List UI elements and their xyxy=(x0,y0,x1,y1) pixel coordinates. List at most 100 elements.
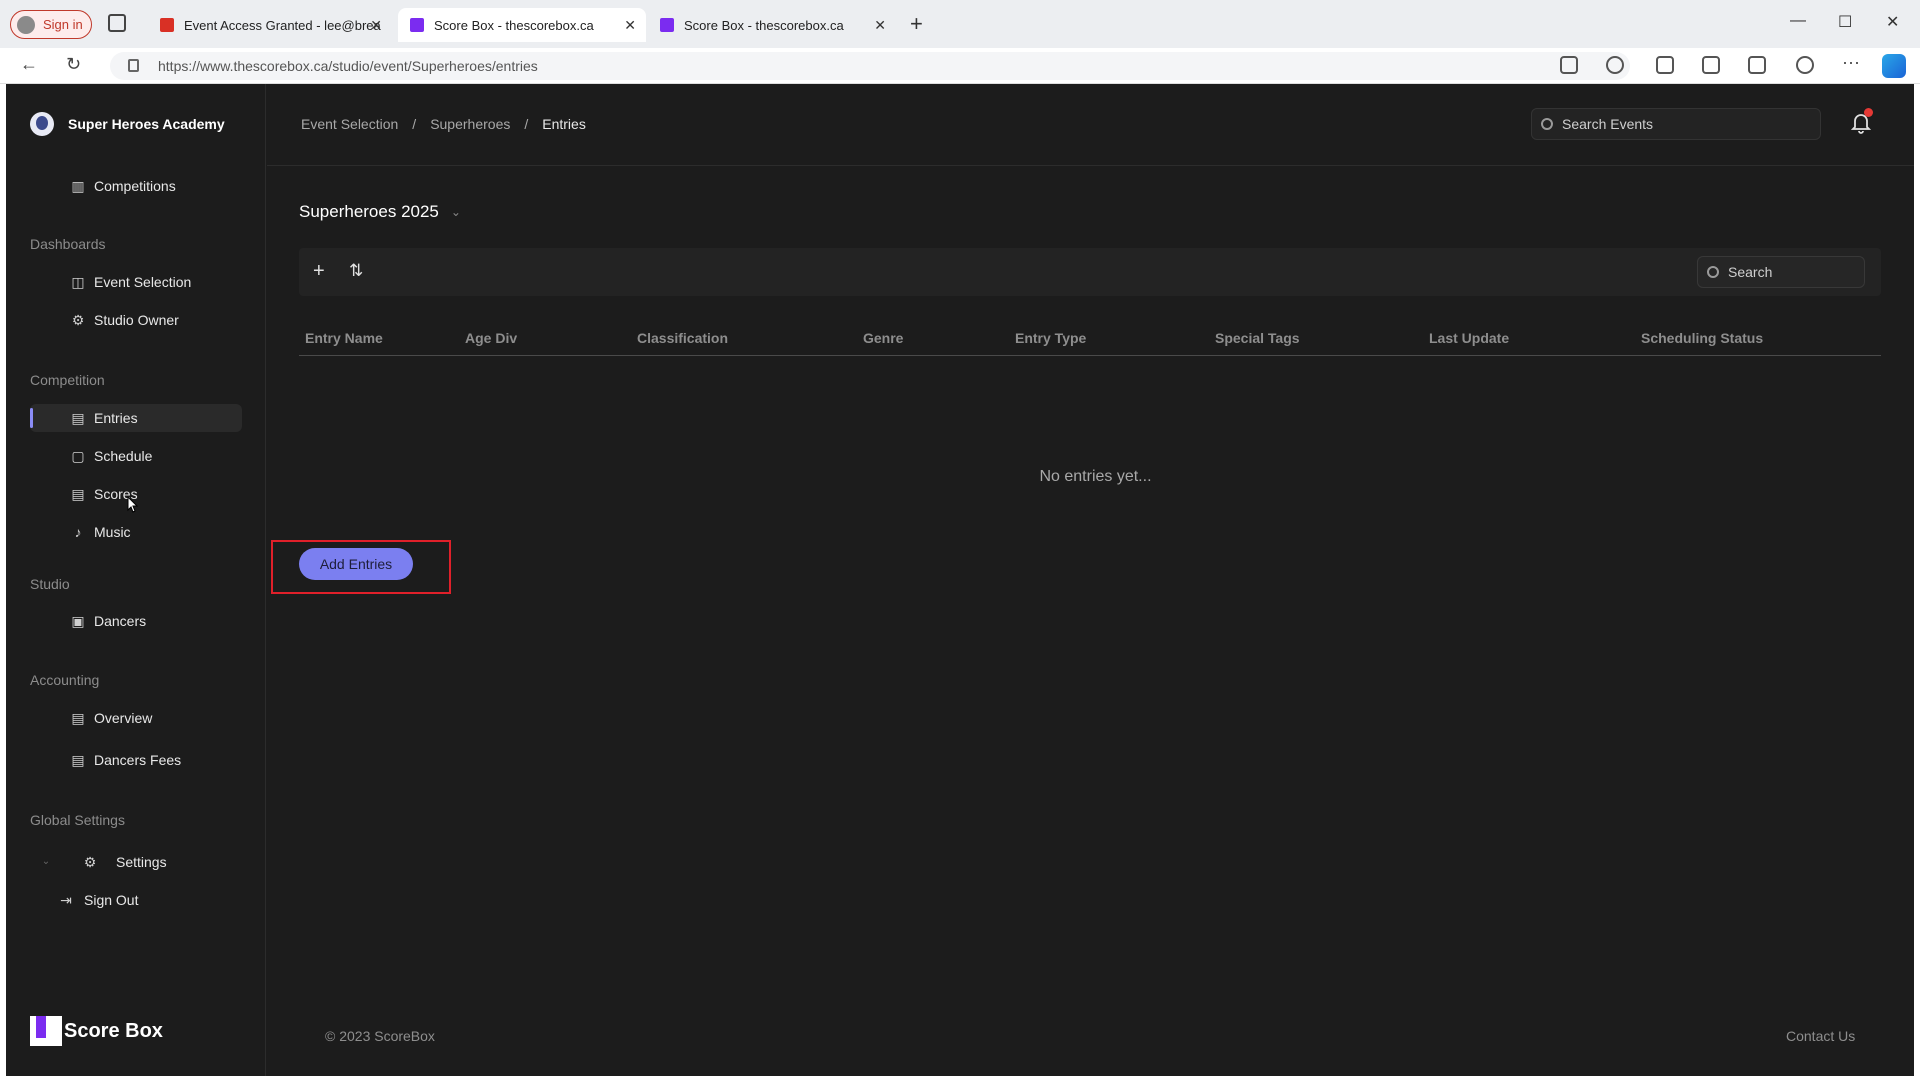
close-icon[interactable]: ✕ xyxy=(624,17,636,34)
sidebar-item-dancers[interactable]: ▣ Dancers xyxy=(30,607,242,635)
browser-essentials-icon[interactable] xyxy=(1796,56,1814,74)
entries-toolbar: + ⇅ Search xyxy=(299,248,1881,296)
sidebar-item-event-selection[interactable]: ◫ Event Selection xyxy=(30,268,242,296)
sidebar-item-studio-owner[interactable]: ⚙ Studio Owner xyxy=(30,306,242,334)
sidebar-item-sign-out[interactable]: ⇥ Sign Out xyxy=(30,886,242,914)
section-studio: Studio xyxy=(30,576,70,592)
add-entries-button[interactable]: Add Entries xyxy=(299,548,413,580)
main-content: Event Selection / Superheroes / Entries … xyxy=(267,84,1914,1076)
copilot-icon[interactable] xyxy=(1882,54,1906,78)
collections-icon[interactable] xyxy=(1748,56,1766,74)
column-header[interactable]: Last Update xyxy=(1429,330,1509,346)
sign-in-button[interactable]: Sign in xyxy=(10,10,92,39)
refresh-icon[interactable]: ↻ xyxy=(66,54,81,75)
back-icon[interactable]: ← xyxy=(20,54,38,75)
sign-in-label: Sign in xyxy=(43,17,83,32)
sort-icon[interactable]: ⇅ xyxy=(349,260,363,282)
more-icon[interactable]: ··· xyxy=(1842,52,1860,73)
sidebar-item-music[interactable]: ♪ Music xyxy=(30,518,242,546)
sidebar-item-label: Sign Out xyxy=(84,892,139,908)
address-bar: ← ↻ https://www.thescorebox.ca/studio/ev… xyxy=(0,48,1920,84)
browser-tab-scorebox[interactable]: Score Box - thescorebox.ca ✕ xyxy=(648,8,896,42)
sidebar: Super Heroes Academy ▥ Competitions Dash… xyxy=(6,84,266,1076)
entries-search-placeholder: Search xyxy=(1728,264,1773,280)
browser-tab-bar: Sign in Event Access Granted - lee@brea … xyxy=(0,0,1920,48)
split-screen-icon[interactable] xyxy=(1656,56,1674,74)
search-icon xyxy=(1707,266,1719,278)
list-icon: ▤ xyxy=(71,710,85,726)
sidebar-item-label: Overview xyxy=(94,710,153,726)
studio-brand[interactable]: Super Heroes Academy xyxy=(30,112,225,136)
column-header[interactable]: Genre xyxy=(863,330,903,346)
scorebox-logo-icon xyxy=(30,1016,62,1046)
event-selector[interactable]: Superheroes 2025 ⌄ xyxy=(299,202,461,222)
maximize-icon[interactable]: ☐ xyxy=(1838,12,1852,32)
tab-label: Score Box - thescorebox.ca xyxy=(684,17,844,33)
minimize-icon[interactable]: — xyxy=(1790,12,1806,30)
sidebar-item-label: Entries xyxy=(94,410,138,426)
new-tab-icon[interactable]: + xyxy=(910,11,923,37)
sidebar-item-schedule[interactable]: ▢ Schedule xyxy=(30,442,242,470)
contact-us-link[interactable]: Contact Us xyxy=(1786,1028,1855,1044)
settings-circle-icon: ⚙ xyxy=(71,312,85,328)
add-icon[interactable]: + xyxy=(313,260,325,282)
lock-icon xyxy=(128,59,139,72)
breadcrumb-event-selection[interactable]: Event Selection xyxy=(301,116,398,132)
apps-icon[interactable] xyxy=(1560,56,1578,74)
id-card-icon: ▤ xyxy=(71,410,85,426)
tab-actions-icon[interactable] xyxy=(108,14,126,32)
studio-name: Super Heroes Academy xyxy=(68,116,225,132)
sidebar-item-label: Event Selection xyxy=(94,274,192,290)
breadcrumb-superheroes[interactable]: Superheroes xyxy=(430,116,510,132)
app-window: Super Heroes Academy ▥ Competitions Dash… xyxy=(6,84,1914,1076)
list-icon: ▤ xyxy=(71,752,85,768)
search-events-input[interactable]: Search Events xyxy=(1531,108,1821,140)
scorebox-logo-text: Score Box xyxy=(64,1019,163,1042)
event-title: Superheroes 2025 xyxy=(299,202,439,221)
studio-avatar xyxy=(30,112,54,136)
sidebar-item-competitions[interactable]: ▥ Competitions xyxy=(30,172,242,200)
bar-chart-icon: ▥ xyxy=(71,178,85,194)
breadcrumb: Event Selection / Superheroes / Entries xyxy=(301,116,586,132)
favorites-icon[interactable] xyxy=(1702,56,1720,74)
tab-label: Score Box - thescorebox.ca xyxy=(434,17,594,33)
column-header[interactable]: Special Tags xyxy=(1215,330,1300,346)
section-dashboards: Dashboards xyxy=(30,236,106,252)
sidebar-item-overview[interactable]: ▤ Overview xyxy=(30,704,242,732)
close-icon[interactable]: ✕ xyxy=(370,17,382,34)
breadcrumb-entries: Entries xyxy=(542,116,586,132)
column-header[interactable]: Age Div xyxy=(465,330,517,346)
favorite-star-icon[interactable] xyxy=(1606,56,1624,74)
chevron-down-icon: ⌄ xyxy=(450,205,461,219)
layout-icon: ◫ xyxy=(71,274,85,290)
sidebar-item-dancers-fees[interactable]: ▤ Dancers Fees xyxy=(30,746,242,774)
entries-search-input[interactable]: Search xyxy=(1697,256,1865,288)
sidebar-item-label: Music xyxy=(94,524,131,540)
music-note-icon: ♪ xyxy=(74,524,82,540)
table-header: Entry Name Age Div Classification Genre … xyxy=(299,320,1881,356)
copyright-text: © 2023 ScoreBox xyxy=(325,1028,435,1044)
scorebox-logo: Score Box xyxy=(30,1016,163,1046)
sidebar-item-label: Dancers xyxy=(94,613,147,629)
column-header[interactable]: Scheduling Status xyxy=(1641,330,1763,346)
window-close-icon[interactable]: ✕ xyxy=(1886,12,1899,32)
close-icon[interactable]: ✕ xyxy=(874,17,886,34)
sidebar-item-label: Schedule xyxy=(94,448,153,464)
url-field[interactable]: https://www.thescorebox.ca/studio/event/… xyxy=(110,52,1630,80)
column-header[interactable]: Entry Name xyxy=(305,330,383,346)
breadcrumb-separator: / xyxy=(524,116,529,132)
sidebar-item-label: Competitions xyxy=(94,178,176,194)
notification-bell-icon[interactable] xyxy=(1850,108,1873,134)
sidebar-item-settings[interactable]: ⌄ ⚙ Settings xyxy=(30,848,242,876)
section-competition: Competition xyxy=(30,372,105,388)
browser-tab-gmail[interactable]: Event Access Granted - lee@brea ✕ xyxy=(148,8,392,42)
browser-tab-scorebox-active[interactable]: Score Box - thescorebox.ca ✕ xyxy=(398,8,646,42)
scorebox-favicon-icon xyxy=(660,18,674,32)
search-events-placeholder: Search Events xyxy=(1562,116,1654,132)
sidebar-item-label: Studio Owner xyxy=(94,312,179,328)
sidebar-item-entries[interactable]: ▤ Entries xyxy=(30,404,242,432)
column-header[interactable]: Classification xyxy=(637,330,728,346)
section-global-settings: Global Settings xyxy=(30,812,125,828)
column-header[interactable]: Entry Type xyxy=(1015,330,1086,346)
sign-out-icon: ⇥ xyxy=(60,892,72,908)
